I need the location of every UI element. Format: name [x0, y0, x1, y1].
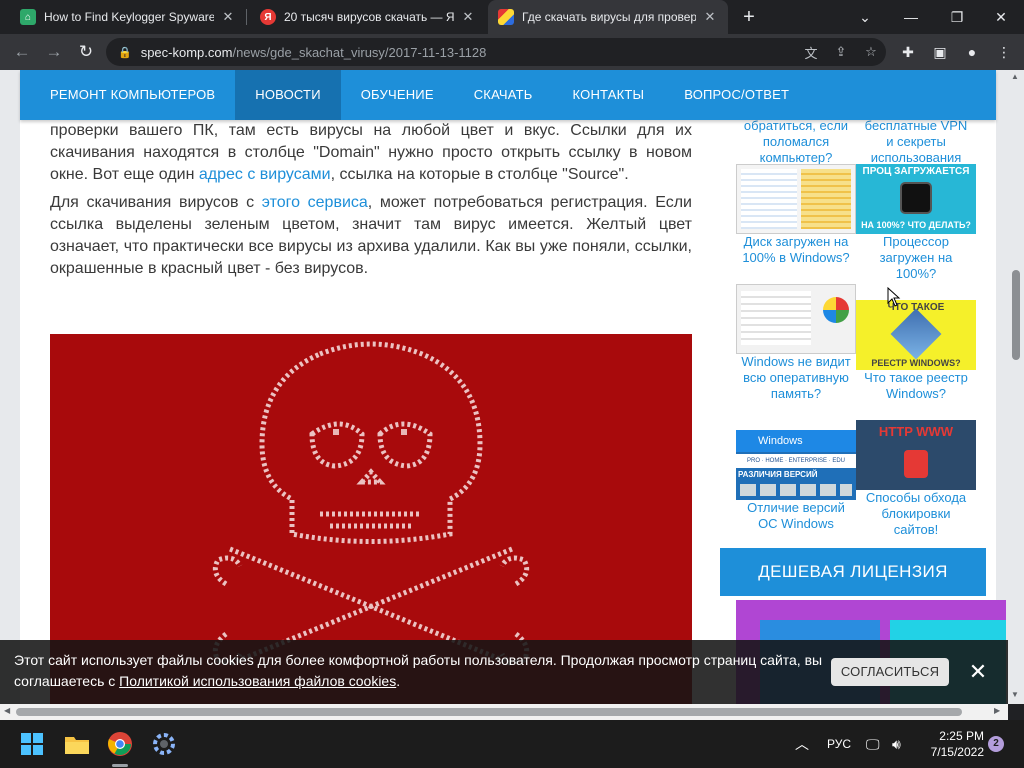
tab-strip: ⌂ How to Find Keylogger Spyware ✕ Я 20 т… [0, 0, 1024, 34]
close-window-icon[interactable]: ✕ [978, 0, 1024, 34]
yandex-favicon-icon: Я [260, 9, 276, 25]
profile-avatar-icon[interactable]: ● [956, 40, 988, 64]
sidebar-tile-repair[interactable]: обратиться, если поломался компьютер? [736, 118, 856, 166]
nav-learning[interactable]: ОБУЧЕНИЕ [341, 70, 454, 120]
tab-search-chevron-icon[interactable]: ⌄ [842, 0, 888, 34]
paragraph-2: Для скачивания вирусов с этого сервиса, … [50, 194, 692, 277]
cookie-policy-link[interactable]: Политикой использования файлов cookies [119, 673, 396, 689]
padlock-icon [904, 450, 928, 478]
tab-yandex[interactable]: Я 20 тысяч вирусов скачать — Ян ✕ [250, 0, 486, 34]
tile-caption: Windows не видит всю оперативную память? [741, 354, 851, 401]
mouse-cursor-icon [887, 286, 901, 312]
tile-caption: Отличие версий ОС Windows [747, 500, 845, 531]
notification-badge[interactable]: 2 [988, 736, 1004, 752]
sidebar-tile-vpn[interactable]: бесплатные VPN и секреты использования [856, 118, 976, 166]
input-language[interactable]: РУС [827, 720, 851, 768]
tile-caption: Способы обхода блокировки сайтов! [865, 490, 967, 537]
windows-versions-thumbnail: Windows PRO · HOME · ENTERPRISE · EDU РА… [736, 430, 856, 500]
reload-icon[interactable]: ↻ [74, 40, 98, 64]
scrollbar-thumb[interactable] [1012, 270, 1020, 360]
tray-chevron-up-icon[interactable]: ︿ [795, 720, 809, 768]
article-text: проверки вашего ПК, там есть вирусы на л… [50, 120, 692, 286]
registry-thumbnail: ЧТО ТАКОЕ РЕЕСТР WINDOWS? [856, 300, 976, 370]
nav-repair[interactable]: РЕМОНТ КОМПЬЮТЕРОВ [20, 70, 235, 120]
disk-usage-thumbnail [736, 164, 856, 234]
registry-cube-icon [890, 308, 942, 360]
nav-contacts[interactable]: КОНТАКТЫ [553, 70, 665, 120]
menu-kebab-icon[interactable]: ⋮ [988, 40, 1020, 64]
back-arrow-icon[interactable]: ← [10, 40, 34, 64]
translate-icon[interactable]: 文 [796, 43, 826, 62]
extensions-puzzle-icon[interactable]: ✚ [892, 40, 924, 64]
minimize-icon[interactable]: — [888, 0, 934, 34]
url-host: spec-komp.com [140, 44, 233, 60]
start-windows-icon[interactable] [16, 728, 48, 760]
url-path: /news/gde_skachat_virusy/2017-11-13-1128 [232, 44, 487, 60]
volume-icon[interactable]: 🔊︎ [892, 720, 901, 768]
close-tab-icon[interactable]: ✕ [702, 9, 718, 25]
tile-caption: обратиться, если поломался компьютер? [743, 118, 849, 165]
unblock-thumbnail: HTTP WWW [856, 420, 976, 490]
network-icon[interactable]: 🖵 [866, 720, 880, 768]
license-banner[interactable]: ДЕШЕВАЯ ЛИЦЕНЗИЯ [720, 548, 986, 596]
agree-button[interactable]: СОГЛАСИТЬСЯ [831, 658, 949, 686]
share-icon[interactable]: ⇪ [826, 44, 856, 60]
lock-icon: 🔒 [118, 46, 132, 59]
site-favicon-icon [498, 9, 514, 25]
scroll-down-icon[interactable]: ▼ [1011, 690, 1019, 699]
scroll-left-icon[interactable]: ◀ [4, 706, 10, 715]
clock-time: 2:25 PM [939, 729, 984, 743]
bookmark-star-icon[interactable]: ☆ [856, 44, 886, 60]
close-tab-icon[interactable]: ✕ [220, 9, 236, 25]
scroll-right-icon[interactable]: ▶ [994, 706, 1000, 715]
tile-caption: Процессор загружен на 100%? [879, 234, 953, 281]
sidebar-tile-unblock[interactable]: HTTP WWW Способы обхода блокировки сайто… [856, 420, 976, 538]
hscrollbar-thumb[interactable] [16, 708, 962, 716]
side-panel-icon[interactable]: ▣ [924, 40, 956, 64]
scroll-up-icon[interactable]: ▲ [1011, 72, 1019, 81]
shield-favicon-icon: ⌂ [20, 9, 36, 25]
nav-news[interactable]: НОВОСТИ [235, 70, 341, 120]
cookie-message: Этот сайт использует файлы cookies для б… [14, 652, 823, 689]
clock[interactable]: 2:25 PM 7/15/2022 [918, 728, 984, 760]
sidebar-tile-registry[interactable]: ЧТО ТАКОЕ РЕЕСТР WINDOWS? Что такое реес… [856, 300, 976, 402]
tab-keylogger[interactable]: ⌂ How to Find Keylogger Spyware ✕ [10, 0, 246, 34]
nav-download[interactable]: СКАЧАТЬ [454, 70, 553, 120]
sidebar-tile-versions[interactable]: Windows PRO · HOME · ENTERPRISE · EDU РА… [736, 430, 856, 532]
gauge-icon [900, 182, 932, 214]
windows-taskbar: ︿ РУС 🖵 🔊︎ 2:25 PM 7/15/2022 [0, 720, 1024, 768]
page-horizontal-scrollbar[interactable]: ◀ ▶ [0, 704, 1008, 720]
close-tab-icon[interactable]: ✕ [460, 9, 476, 25]
browser-toolbar: ← → ↻ 🔒 spec-komp.com/news/gde_skachat_v… [0, 34, 1024, 70]
web-viewport: РЕМОНТ КОМПЬЮТЕРОВ НОВОСТИ ОБУЧЕНИЕ СКАЧ… [0, 70, 1024, 704]
active-app-indicator [112, 764, 128, 767]
tile-caption: Диск загружен на 100% в Windows? [742, 234, 850, 265]
restore-icon[interactable]: ❐ [934, 0, 980, 34]
chrome-icon[interactable] [104, 728, 136, 760]
nav-faq[interactable]: ВОПРОС/ОТВЕТ [664, 70, 809, 120]
tile-caption: Что такое реестр Windows? [864, 370, 968, 401]
new-tab-button[interactable]: + [737, 5, 761, 29]
page-vertical-scrollbar[interactable]: ▲ ▼ [1008, 70, 1024, 704]
ram-thumbnail [736, 284, 856, 354]
sidebar-tile-ram[interactable]: Windows не видит всю оперативную память? [736, 284, 856, 402]
file-explorer-icon[interactable] [61, 728, 93, 760]
paragraph-1: проверки вашего ПК, там есть вирусы на л… [50, 122, 692, 183]
forward-arrow-icon[interactable]: → [42, 40, 66, 64]
site-top-nav: РЕМОНТ КОМПЬЮТЕРОВ НОВОСТИ ОБУЧЕНИЕ СКАЧ… [20, 70, 996, 120]
clock-date: 7/15/2022 [930, 745, 984, 759]
settings-gear-icon[interactable] [148, 728, 180, 760]
tab-active-viruses[interactable]: Где скачать вирусы для провер ✕ [488, 0, 728, 34]
virus-address-link[interactable]: адрес с вирусами [199, 166, 331, 183]
windows-logo-icon [823, 297, 849, 323]
service-link[interactable]: этого сервиса [262, 194, 368, 211]
sidebar-tile-cpu[interactable]: ПРОЦ ЗАГРУЖАЕТСЯ НА 100%? ЧТО ДЕЛАТЬ? Пр… [856, 164, 976, 282]
cookie-consent-bar: Этот сайт использует файлы cookies для б… [0, 640, 1008, 704]
tab-separator [246, 9, 247, 25]
address-bar[interactable]: 🔒 spec-komp.com/news/gde_skachat_virusy/… [106, 38, 886, 66]
tile-caption: бесплатные VPN и секреты использования [864, 118, 968, 165]
sidebar-tile-disk[interactable]: Диск загружен на 100% в Windows? [736, 164, 856, 266]
close-cookie-icon[interactable]: ✕ [966, 658, 990, 686]
cpu-load-thumbnail: ПРОЦ ЗАГРУЖАЕТСЯ НА 100%? ЧТО ДЕЛАТЬ? [856, 164, 976, 234]
